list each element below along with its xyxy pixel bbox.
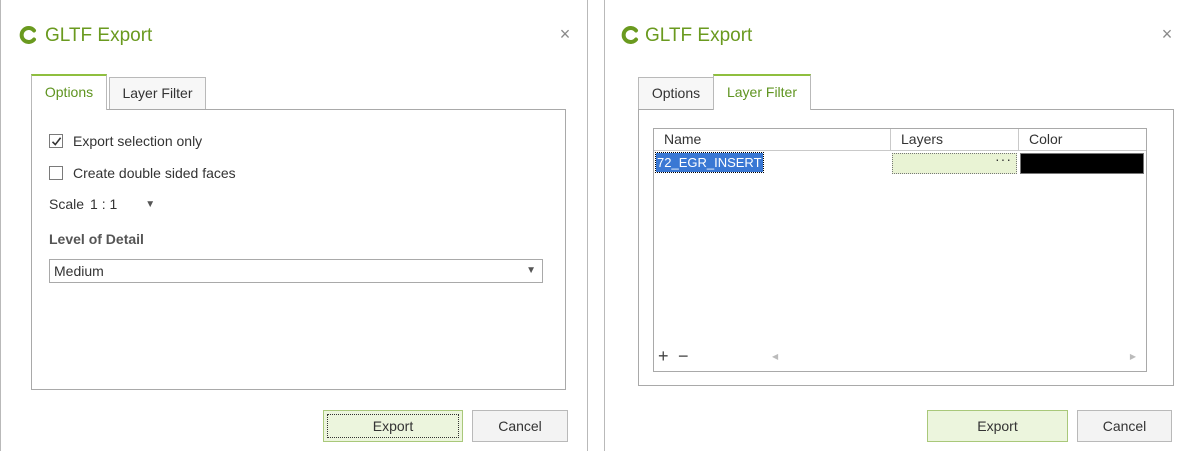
chevron-down-icon: ▼	[526, 265, 536, 276]
level-of-detail-value: Medium	[54, 263, 104, 279]
scroll-right-icon[interactable]: ▶	[1130, 352, 1136, 361]
column-header-name[interactable]: Name	[654, 129, 891, 150]
grid-header: Name Layers Color	[654, 129, 1146, 151]
c-logo-icon	[621, 26, 638, 44]
tab-layer-filter[interactable]: Layer Filter	[109, 77, 206, 110]
export-button[interactable]: Export	[927, 410, 1068, 442]
tab-options[interactable]: Options	[638, 77, 714, 110]
gltf-export-dialog-options: GLTF Export × Options Layer Filter Expor…	[0, 0, 588, 451]
row-name-cell[interactable]: 72_EGR_INSERT	[655, 152, 889, 174]
level-of-detail-heading: Level of Detail	[49, 231, 144, 247]
chevron-down-icon: ▼	[145, 198, 156, 210]
ellipsis-icon[interactable]: ···	[995, 151, 1012, 167]
grid-footer: + − ◀ ▶	[654, 346, 1146, 370]
row-color-swatch[interactable]	[1020, 153, 1144, 174]
c-logo-icon	[19, 26, 36, 44]
checkmark-icon	[51, 137, 62, 146]
cancel-button[interactable]: Cancel	[472, 410, 568, 442]
scale-dropdown[interactable]: Scale 1 : 1 ▼	[49, 196, 155, 212]
row-layers-cell[interactable]: ···	[892, 151, 1017, 174]
cancel-button-label: Cancel	[1102, 418, 1147, 434]
export-selection-only-checkbox[interactable]: Export selection only	[49, 131, 202, 151]
create-double-sided-label: Create double sided faces	[73, 165, 236, 181]
options-panel	[31, 109, 566, 390]
scale-label: Scale	[49, 196, 85, 212]
column-header-layers[interactable]: Layers	[891, 129, 1019, 150]
table-row[interactable]: 72_EGR_INSERT ···	[654, 151, 1146, 174]
checkbox-unchecked[interactable]	[49, 166, 63, 180]
focus-ring	[327, 414, 459, 438]
cancel-button[interactable]: Cancel	[1077, 410, 1172, 442]
create-double-sided-checkbox[interactable]: Create double sided faces	[49, 163, 236, 183]
scale-value: 1 : 1	[90, 196, 118, 212]
remove-row-icon[interactable]: −	[678, 346, 689, 367]
row-name-value[interactable]: 72_EGR_INSERT	[655, 152, 764, 173]
tab-layer-filter[interactable]: Layer Filter	[713, 74, 811, 110]
export-button[interactable]: Export	[323, 410, 463, 442]
separator	[588, 0, 604, 451]
dialog-title: GLTF Export	[45, 25, 153, 46]
level-of-detail-select[interactable]: Medium ▼	[49, 259, 543, 283]
close-icon[interactable]: ×	[557, 25, 573, 43]
column-header-color[interactable]: Color	[1019, 129, 1146, 150]
export-button-label: Export	[977, 418, 1018, 434]
cancel-button-label: Cancel	[498, 418, 542, 434]
add-row-icon[interactable]: +	[658, 346, 669, 367]
tab-options[interactable]: Options	[31, 74, 107, 110]
scroll-left-icon[interactable]: ◀	[772, 352, 778, 361]
export-selection-only-label: Export selection only	[73, 133, 203, 149]
dialog-title: GLTF Export	[645, 25, 753, 46]
close-icon[interactable]: ×	[1159, 25, 1175, 43]
checkbox-checked[interactable]	[49, 134, 63, 148]
layer-filter-grid: Name Layers Color 72_EGR_INSERT ··· + − …	[653, 128, 1147, 372]
